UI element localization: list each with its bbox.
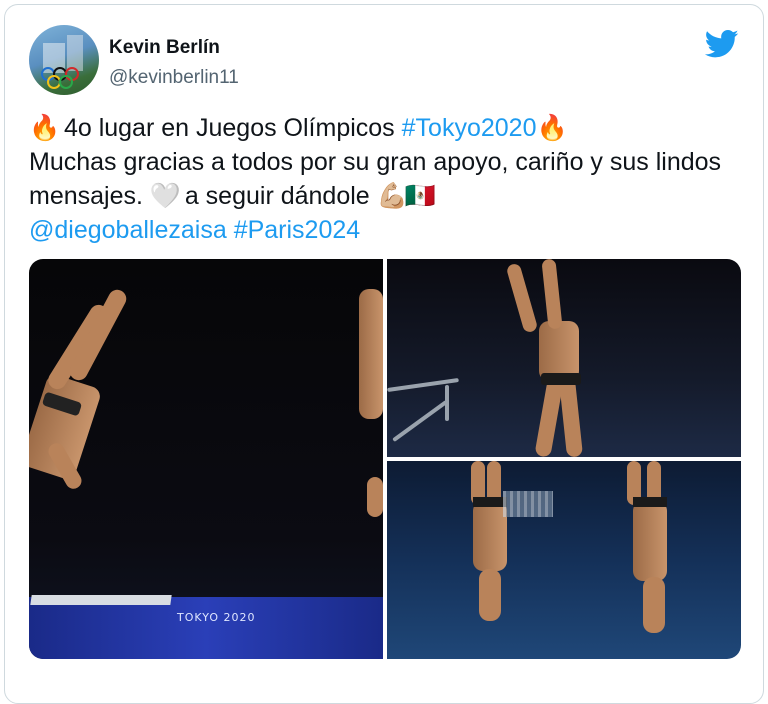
author-handle[interactable]: @kevinberlin11 [109, 67, 239, 89]
media-grid: TOKYO 2020 [29, 259, 741, 659]
tweet-text: 🔥 4o lugar en Juegos Olímpicos #Tokyo202… [29, 111, 749, 247]
mention-diegoballezaisa[interactable]: @diegoballezaisa [29, 216, 227, 244]
flexed-biceps-emoji: 💪🏼 [376, 182, 408, 210]
tweet-text-line2b: a seguir dándole [177, 182, 377, 210]
photo-2[interactable] [387, 259, 741, 457]
hashtag-tokyo2020[interactable]: #Tokyo2020 [402, 114, 537, 142]
white-heart-emoji: 🤍 [149, 182, 182, 210]
photo-3[interactable] [387, 461, 741, 659]
tweet-card[interactable]: Kevin Berlín @kevinberlin11 🔥 4o lugar e… [4, 4, 764, 704]
twitter-bird-icon[interactable] [705, 29, 739, 59]
mexico-flag-emoji: 🇲🇽 [404, 182, 436, 210]
avatar[interactable] [29, 25, 99, 95]
hashtag-paris2024[interactable]: #Paris2024 [234, 216, 360, 244]
tweet-text-line1: 4o lugar en Juegos Olímpicos [57, 114, 402, 142]
author-name[interactable]: Kevin Berlín [109, 37, 220, 59]
photo-1[interactable]: TOKYO 2020 [29, 259, 383, 659]
fire-emoji: 🔥 [536, 114, 568, 142]
tokyo2020-sign: TOKYO 2020 [177, 611, 256, 624]
fire-emoji: 🔥 [29, 114, 61, 142]
